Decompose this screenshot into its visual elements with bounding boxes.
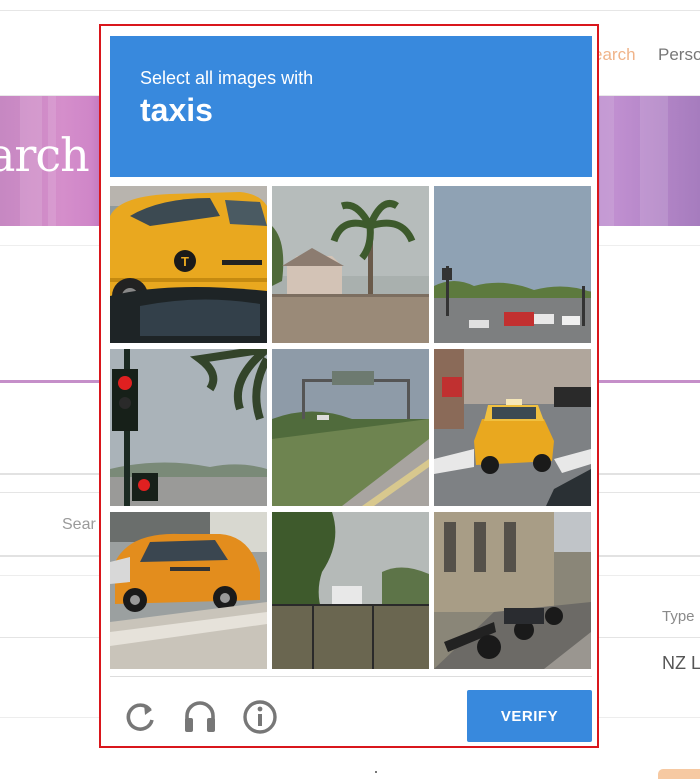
palm-building-image: [272, 186, 429, 343]
nav-link-search[interactable]: earch: [593, 45, 636, 65]
image-tile-8[interactable]: [272, 512, 429, 669]
footer-divider: [110, 676, 592, 677]
image-tile-1[interactable]: T: [110, 186, 267, 343]
image-tile-5[interactable]: [272, 349, 429, 506]
image-tile-2[interactable]: [272, 186, 429, 343]
image-tile-7[interactable]: [110, 512, 267, 669]
taxi-intersection-image: [434, 349, 591, 506]
challenge-header: Select all images with taxis: [110, 36, 592, 177]
taxi-closeup-image: T: [110, 186, 267, 343]
trees-fence-image: [272, 512, 429, 669]
verify-button[interactable]: VERIFY: [467, 690, 592, 742]
image-tile-9[interactable]: [434, 512, 591, 669]
svg-text:T: T: [181, 254, 189, 269]
taxi-curb-image: [110, 512, 267, 669]
captcha-challenge-dialog: Select all images with taxis T VERIFY: [99, 24, 599, 748]
motorcycles-image: [434, 512, 591, 669]
hero-title: arch: [0, 128, 90, 182]
image-tile-3[interactable]: [434, 186, 591, 343]
traffic-light-image: [110, 349, 267, 506]
road-truck-image: [434, 186, 591, 343]
challenge-prompt: Select all images with: [140, 68, 314, 88]
table-cell-type: NZ L: [662, 653, 700, 673]
image-tile-4[interactable]: [110, 349, 267, 506]
floating-action-tab[interactable]: [658, 769, 700, 779]
info-icon: [243, 700, 277, 734]
decorative-dot: [375, 771, 377, 773]
background-search-placeholder: Sear: [62, 516, 96, 533]
reload-icon: [126, 703, 154, 731]
highway-sign-image: [272, 349, 429, 506]
challenge-keyword: taxis: [140, 92, 213, 128]
nav-link-personal[interactable]: Perso: [658, 45, 700, 65]
reload-button[interactable]: [121, 698, 159, 736]
info-button[interactable]: [241, 698, 279, 736]
page-top-border: [0, 10, 700, 11]
image-tile-6[interactable]: [434, 349, 591, 506]
audio-challenge-button[interactable]: [181, 698, 219, 736]
table-header-type: Type: [662, 608, 695, 625]
headphones-icon: [185, 701, 215, 732]
